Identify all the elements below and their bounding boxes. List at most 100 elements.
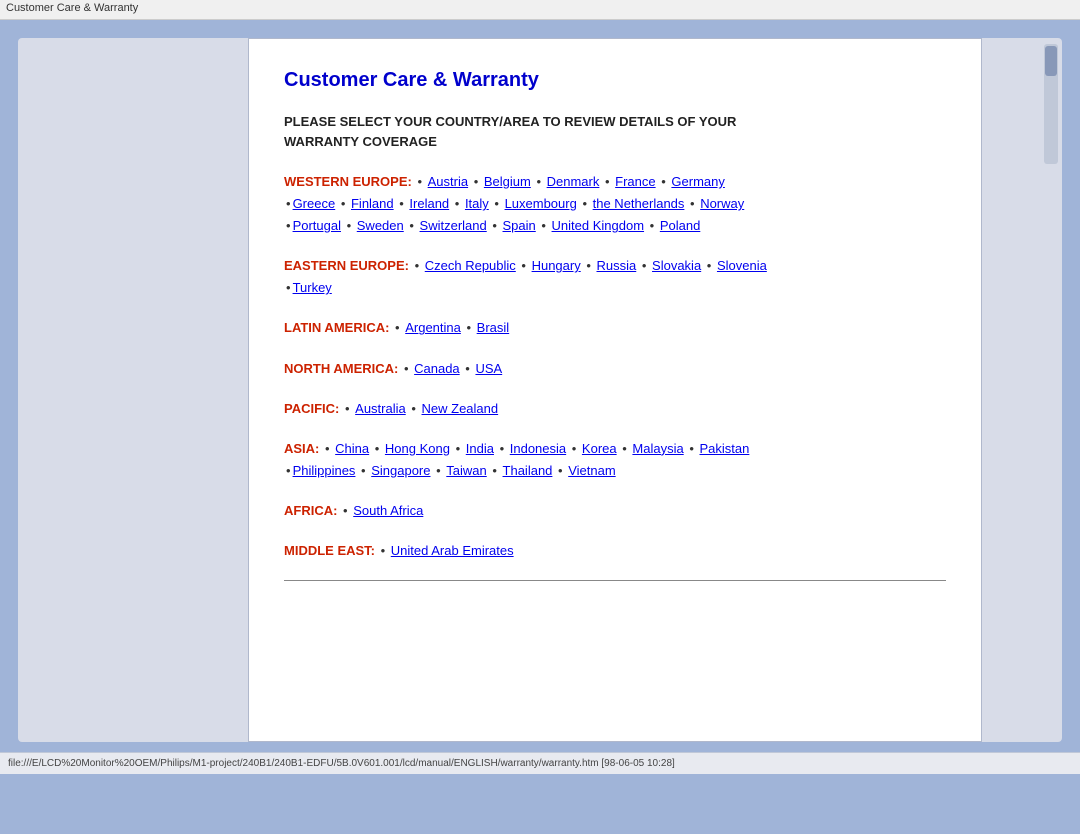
country-link[interactable]: Denmark	[547, 174, 600, 189]
country-link[interactable]: Australia	[355, 401, 406, 416]
country-link[interactable]: Spain	[503, 218, 536, 233]
country-link[interactable]: Czech Republic	[425, 258, 516, 273]
country-link[interactable]: Argentina	[405, 320, 461, 335]
country-link[interactable]: Hungary	[532, 258, 581, 273]
country-link[interactable]: Turkey	[293, 280, 332, 295]
region-western-europe: WESTERN EUROPE: • Austria • Belgium • De…	[284, 171, 946, 237]
bullet-icon: •	[371, 441, 383, 456]
bullet-icon: •	[538, 218, 550, 233]
region-row: NORTH AMERICA: • Canada • USA	[284, 361, 502, 376]
bottom-bar	[0, 774, 1080, 834]
scrollbar-track[interactable]	[1044, 44, 1058, 164]
region-north-america: NORTH AMERICA: • Canada • USA	[284, 358, 946, 380]
bullet-icon: •	[470, 174, 482, 189]
country-link[interactable]: Singapore	[371, 463, 430, 478]
country-link[interactable]: Italy	[465, 196, 489, 211]
country-link[interactable]: Belgium	[484, 174, 531, 189]
bullet-icon: •	[396, 196, 408, 211]
country-link[interactable]: South Africa	[353, 503, 423, 518]
country-link[interactable]: Malaysia	[632, 441, 683, 456]
bullet-icon: •	[686, 196, 698, 211]
instructions-line1: PLEASE SELECT YOUR COUNTRY/AREA TO REVIE…	[284, 114, 736, 129]
country-link[interactable]: Sweden	[357, 218, 404, 233]
region-africa: AFRICA: • South Africa	[284, 500, 946, 522]
region-row: MIDDLE EAST: • United Arab Emirates	[284, 543, 514, 558]
status-bar: file:///E/LCD%20Monitor%20OEM/Philips/M1…	[0, 752, 1080, 774]
page-title: Customer Care & Warranty	[284, 69, 946, 92]
country-link[interactable]: USA	[475, 361, 502, 376]
country-link[interactable]: Korea	[582, 441, 617, 456]
content-frame: Customer Care & Warranty PLEASE SELECT Y…	[248, 38, 982, 742]
bullet-icon: •	[619, 441, 631, 456]
bullet-icon: •	[568, 441, 580, 456]
country-link[interactable]: Russia	[597, 258, 637, 273]
country-link[interactable]: Vietnam	[568, 463, 615, 478]
country-link[interactable]: Ireland	[409, 196, 449, 211]
bullet-icon: •	[286, 280, 291, 295]
bullet-icon: •	[321, 441, 333, 456]
region-row: WESTERN EUROPE: • Austria • Belgium • De…	[284, 174, 725, 189]
bullet-icon: •	[518, 258, 530, 273]
region-row: ASIA: • China • Hong Kong • India • Indo…	[284, 441, 749, 456]
country-link[interactable]: Hong Kong	[385, 441, 450, 456]
bullet-icon: •	[554, 463, 566, 478]
bullet-icon: •	[341, 401, 353, 416]
country-link[interactable]: Philippines	[293, 463, 356, 478]
country-link[interactable]: Poland	[660, 218, 700, 233]
bullet-icon: •	[452, 441, 464, 456]
region-label: NORTH AMERICA:	[284, 361, 398, 376]
bullet-icon: •	[491, 196, 503, 211]
bullet-icon: •	[377, 543, 389, 558]
region-label: ASIA:	[284, 441, 319, 456]
country-link[interactable]: Brasil	[477, 320, 510, 335]
country-link[interactable]: Pakistan	[699, 441, 749, 456]
bullet-icon: •	[658, 174, 670, 189]
region-asia: ASIA: • China • Hong Kong • India • Indo…	[284, 438, 946, 482]
country-link[interactable]: the Netherlands	[593, 196, 685, 211]
country-link[interactable]: Austria	[428, 174, 468, 189]
instructions-line2: WARRANTY COVERAGE	[284, 134, 437, 149]
region-latin-america: LATIN AMERICA: • Argentina • Brasil	[284, 317, 946, 339]
bullet-icon: •	[408, 401, 420, 416]
bullet-icon: •	[646, 218, 658, 233]
bullet-icon: •	[286, 218, 291, 233]
region-row: PACIFIC: • Australia • New Zealand	[284, 401, 498, 416]
country-link[interactable]: Norway	[700, 196, 744, 211]
bullet-icon: •	[411, 258, 423, 273]
region-row: EASTERN EUROPE: • Czech Republic • Hunga…	[284, 258, 767, 273]
country-link[interactable]: Switzerland	[420, 218, 487, 233]
country-link[interactable]: Portugal	[293, 218, 341, 233]
country-link[interactable]: India	[466, 441, 494, 456]
region-row: •Turkey	[284, 280, 332, 295]
bullet-icon: •	[451, 196, 463, 211]
bullet-icon: •	[391, 320, 403, 335]
country-link[interactable]: Thailand	[503, 463, 553, 478]
bullet-icon: •	[638, 258, 650, 273]
country-link[interactable]: Finland	[351, 196, 394, 211]
country-link[interactable]: Canada	[414, 361, 460, 376]
instructions: PLEASE SELECT YOUR COUNTRY/AREA TO REVIE…	[284, 112, 946, 151]
bullet-icon: •	[463, 320, 475, 335]
country-link[interactable]: Taiwan	[446, 463, 486, 478]
country-link[interactable]: Slovenia	[717, 258, 767, 273]
bullet-icon: •	[489, 463, 501, 478]
country-link[interactable]: China	[335, 441, 369, 456]
region-label: WESTERN EUROPE:	[284, 174, 412, 189]
country-link[interactable]: Greece	[293, 196, 336, 211]
bullet-icon: •	[703, 258, 715, 273]
country-link[interactable]: United Arab Emirates	[391, 543, 514, 558]
country-link[interactable]: Germany	[671, 174, 724, 189]
region-row: •Portugal • Sweden • Switzerland • Spain…	[284, 218, 700, 233]
bullet-icon: •	[339, 503, 351, 518]
bullet-icon: •	[286, 196, 291, 211]
country-link[interactable]: New Zealand	[422, 401, 499, 416]
country-link[interactable]: Indonesia	[510, 441, 566, 456]
country-link[interactable]: Slovakia	[652, 258, 701, 273]
country-link[interactable]: United Kingdom	[552, 218, 645, 233]
country-link[interactable]: Luxembourg	[505, 196, 577, 211]
region-row: LATIN AMERICA: • Argentina • Brasil	[284, 320, 509, 335]
bullet-icon: •	[400, 361, 412, 376]
scrollbar-thumb[interactable]	[1045, 46, 1057, 76]
country-link[interactable]: France	[615, 174, 655, 189]
region-label: EASTERN EUROPE:	[284, 258, 409, 273]
